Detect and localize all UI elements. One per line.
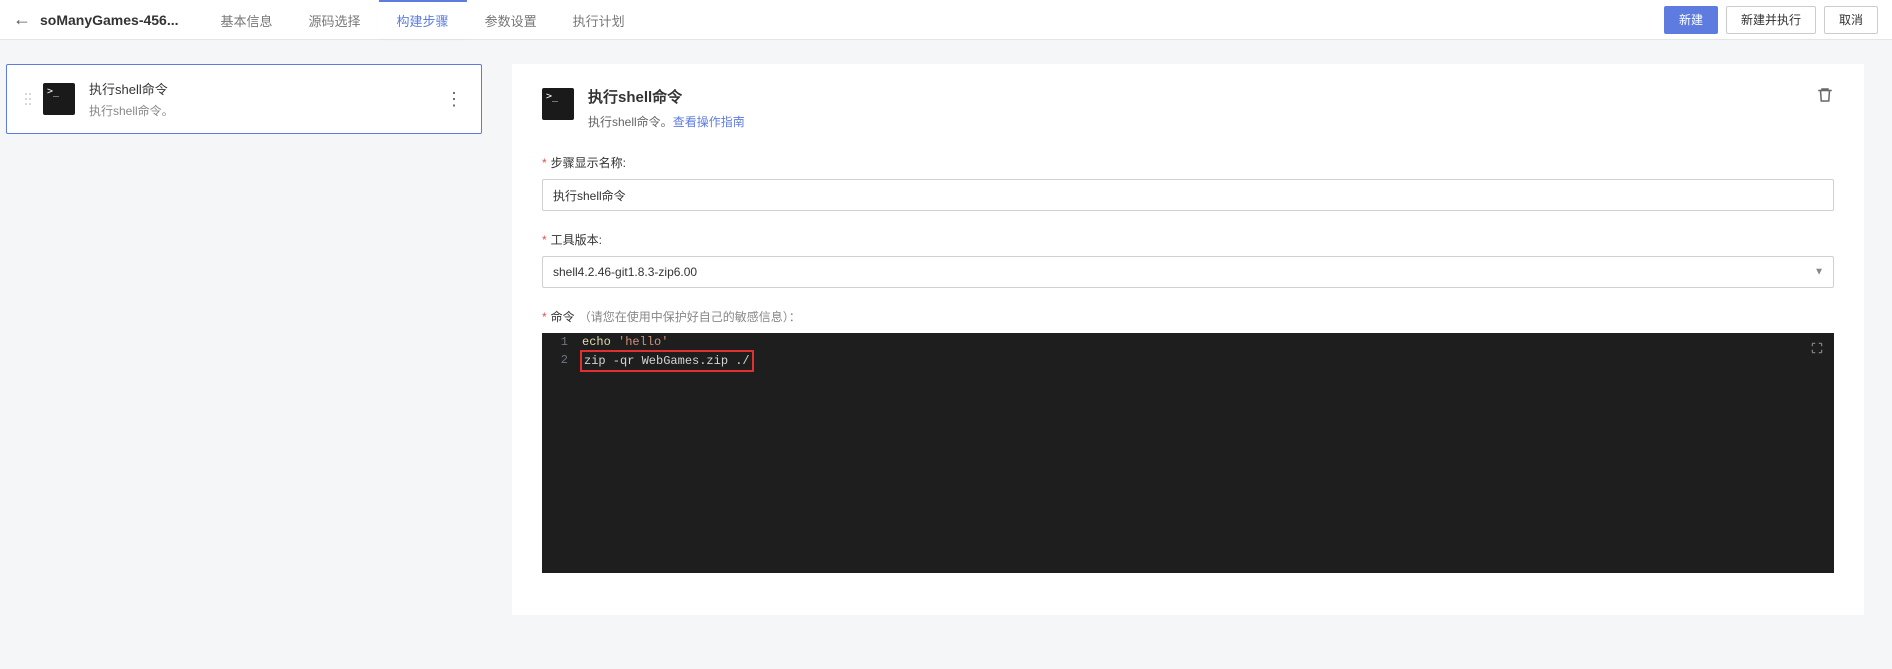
- tool-version-value[interactable]: [542, 256, 1834, 288]
- page-body: 执行shell命令 执行shell命令。 ⋮ 执行shell命令 执行shell…: [0, 40, 1892, 669]
- command-label: *命令（请您在使用中保护好自己的敏感信息）：: [542, 308, 1834, 325]
- fullscreen-icon[interactable]: [1810, 341, 1824, 359]
- detail-card: 执行shell命令 执行shell命令。查看操作指南 *步骤显示名称: *工具版…: [512, 64, 1864, 615]
- terminal-icon: [43, 83, 75, 115]
- step-card[interactable]: 执行shell命令 执行shell命令。 ⋮: [6, 64, 482, 134]
- step-desc: 执行shell命令。: [89, 102, 439, 119]
- detail-header: 执行shell命令 执行shell命令。查看操作指南: [542, 86, 1834, 130]
- step-name-row: *步骤显示名称:: [542, 154, 1834, 211]
- step-menu-icon[interactable]: ⋮: [439, 89, 469, 110]
- detail-desc: 执行shell命令。查看操作指南: [588, 113, 1816, 130]
- tab-bar: 基本信息源码选择构建步骤参数设置执行计划: [203, 0, 1664, 39]
- tab-2[interactable]: 构建步骤: [379, 0, 467, 39]
- header-actions: 新建 新建并执行 取消: [1664, 6, 1882, 34]
- line-number: 2: [542, 351, 582, 371]
- tab-3[interactable]: 参数设置: [467, 0, 555, 39]
- detail-titles: 执行shell命令 执行shell命令。查看操作指南: [588, 86, 1816, 130]
- tool-version-label: *工具版本:: [542, 231, 1834, 248]
- highlighted-command: zip -qr WebGames.zip ./: [580, 350, 754, 372]
- create-and-run-button[interactable]: 新建并执行: [1726, 6, 1816, 34]
- drag-handle-icon[interactable]: [19, 93, 37, 105]
- code-line[interactable]: 1echo 'hello': [542, 333, 1834, 351]
- step-info: 执行shell命令 执行shell命令。: [89, 79, 439, 119]
- page-title: soManyGames-456...: [40, 12, 179, 28]
- line-content[interactable]: echo 'hello': [582, 333, 1834, 351]
- cancel-button[interactable]: 取消: [1824, 6, 1878, 34]
- line-content[interactable]: zip -qr WebGames.zip ./: [582, 351, 1834, 371]
- step-name-input[interactable]: [542, 179, 1834, 211]
- tab-0[interactable]: 基本信息: [203, 0, 291, 39]
- delete-icon[interactable]: [1816, 86, 1834, 104]
- detail-panel: 执行shell命令 执行shell命令。查看操作指南 *步骤显示名称: *工具版…: [500, 40, 1892, 669]
- line-number: 1: [542, 333, 582, 351]
- detail-desc-text: 执行shell命令。: [588, 115, 673, 129]
- code-line[interactable]: 2zip -qr WebGames.zip ./: [542, 351, 1834, 371]
- guide-link[interactable]: 查看操作指南: [673, 115, 745, 129]
- step-title: 执行shell命令: [89, 79, 439, 98]
- tool-version-row: *工具版本: ▼: [542, 231, 1834, 288]
- tab-1[interactable]: 源码选择: [291, 0, 379, 39]
- command-row: *命令（请您在使用中保护好自己的敏感信息）： 1echo 'hello'2zip…: [542, 308, 1834, 573]
- tool-version-select[interactable]: ▼: [542, 256, 1834, 288]
- tab-4[interactable]: 执行计划: [555, 0, 643, 39]
- create-button[interactable]: 新建: [1664, 6, 1718, 34]
- step-name-label: *步骤显示名称:: [542, 154, 1834, 171]
- terminal-icon: [542, 88, 574, 120]
- detail-title: 执行shell命令: [588, 86, 1816, 107]
- steps-panel: 执行shell命令 执行shell命令。 ⋮: [0, 40, 500, 669]
- back-arrow-icon[interactable]: ←: [10, 9, 34, 30]
- page-header: ← soManyGames-456... 基本信息源码选择构建步骤参数设置执行计…: [0, 0, 1892, 40]
- code-editor[interactable]: 1echo 'hello'2zip -qr WebGames.zip ./: [542, 333, 1834, 573]
